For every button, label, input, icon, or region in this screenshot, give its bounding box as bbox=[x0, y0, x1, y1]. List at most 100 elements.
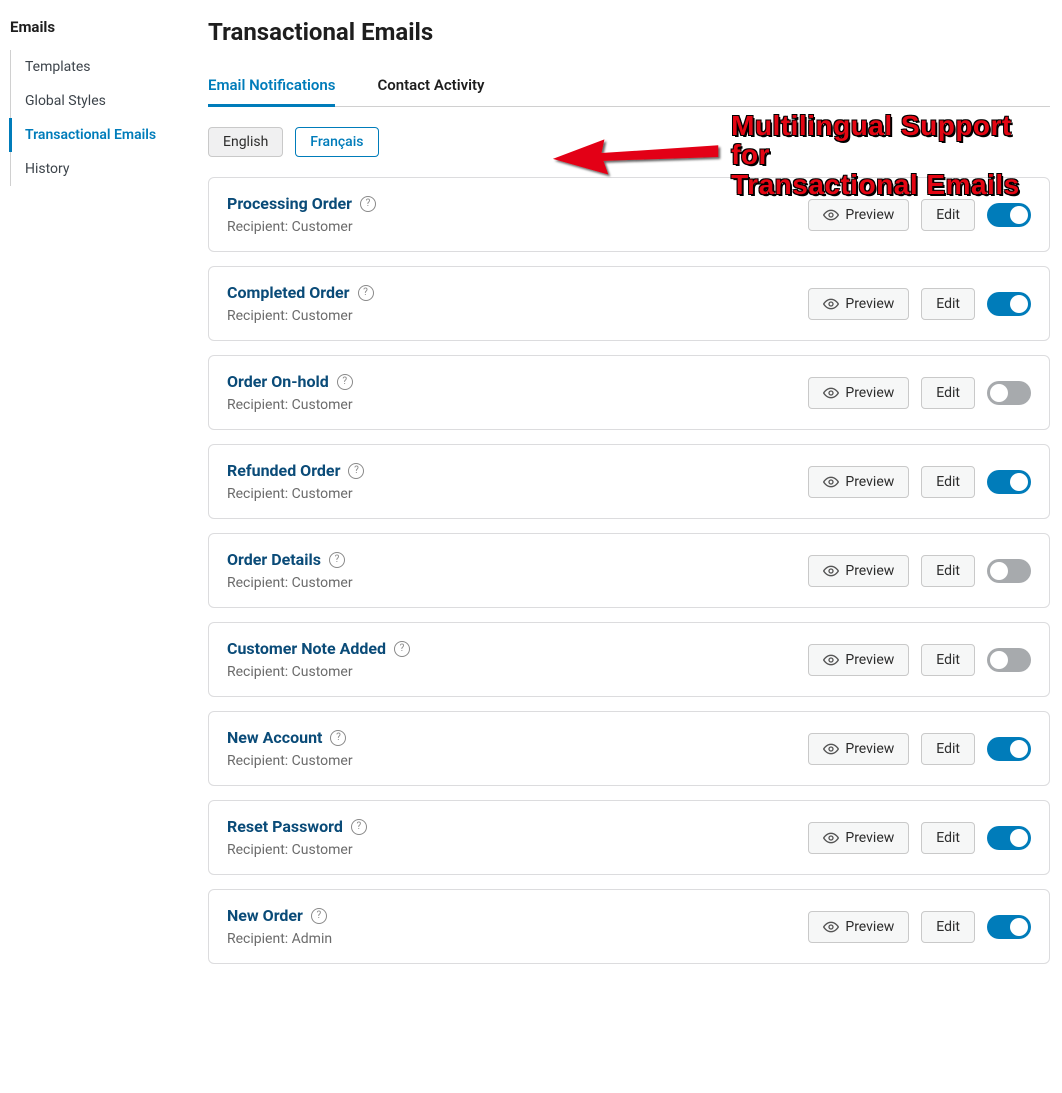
enable-toggle[interactable] bbox=[987, 470, 1031, 494]
edit-button[interactable]: Edit bbox=[921, 466, 975, 498]
email-recipient: Recipient: Customer bbox=[227, 664, 808, 680]
preview-button[interactable]: Preview bbox=[808, 555, 909, 587]
card-actions: Preview Edit bbox=[808, 555, 1031, 587]
preview-button[interactable]: Preview bbox=[808, 466, 909, 498]
email-recipient: Recipient: Customer bbox=[227, 753, 808, 769]
email-info: New Order?Recipient: Admin bbox=[227, 906, 808, 947]
preview-button[interactable]: Preview bbox=[808, 644, 909, 676]
edit-button[interactable]: Edit bbox=[921, 911, 975, 943]
enable-toggle[interactable] bbox=[987, 381, 1031, 405]
edit-button[interactable]: Edit bbox=[921, 733, 975, 765]
email-info: Order On-hold? Recipient: Customer bbox=[227, 372, 808, 413]
email-recipient: Recipient: Customer bbox=[227, 575, 808, 591]
language-row: EnglishFrançais Multilingual Support for… bbox=[208, 127, 1050, 157]
card-actions: Preview Edit bbox=[808, 733, 1031, 765]
language-button-english[interactable]: English bbox=[208, 127, 283, 157]
card-actions: Preview Edit bbox=[808, 288, 1031, 320]
email-info: Refunded Order?Recipient: Customer bbox=[227, 461, 808, 502]
email-info: Customer Note Added? Recipient: Customer bbox=[227, 639, 808, 680]
email-title-text: Reset Password bbox=[227, 817, 343, 836]
email-title-text: Processing Order bbox=[227, 194, 352, 213]
card-actions: Preview Edit bbox=[808, 466, 1031, 498]
help-icon[interactable]: ? bbox=[351, 819, 367, 835]
eye-icon bbox=[823, 385, 839, 401]
email-title[interactable]: Refunded Order? bbox=[227, 461, 364, 480]
help-icon[interactable]: ? bbox=[358, 285, 374, 301]
eye-icon bbox=[823, 563, 839, 579]
edit-button[interactable]: Edit bbox=[921, 377, 975, 409]
preview-button[interactable]: Preview bbox=[808, 733, 909, 765]
email-recipient: Recipient: Customer bbox=[227, 397, 808, 413]
tabs: Email Notifications Contact Activity bbox=[208, 66, 1050, 107]
email-info: Order Details? Recipient: Customer bbox=[227, 550, 808, 591]
email-title[interactable]: New Account? bbox=[227, 728, 346, 747]
enable-toggle[interactable] bbox=[987, 915, 1031, 939]
edit-button[interactable]: Edit bbox=[921, 644, 975, 676]
eye-icon bbox=[823, 207, 839, 223]
card-actions: Preview Edit bbox=[808, 199, 1031, 231]
email-title[interactable]: Order Details? bbox=[227, 550, 345, 569]
email-title[interactable]: Reset Password? bbox=[227, 817, 367, 836]
edit-button[interactable]: Edit bbox=[921, 555, 975, 587]
preview-label: Preview bbox=[845, 830, 894, 846]
eye-icon bbox=[823, 652, 839, 668]
card-actions: Preview Edit bbox=[808, 644, 1031, 676]
enable-toggle[interactable] bbox=[987, 559, 1031, 583]
preview-label: Preview bbox=[845, 741, 894, 757]
card-actions: Preview Edit bbox=[808, 822, 1031, 854]
tab-contact-activity[interactable]: Contact Activity bbox=[377, 66, 484, 106]
main-content: Transactional Emails Email Notifications… bbox=[200, 0, 1062, 998]
email-card: Customer Note Added? Recipient: CustomerP… bbox=[208, 622, 1050, 697]
email-title[interactable]: New Order? bbox=[227, 906, 327, 925]
help-icon[interactable]: ? bbox=[348, 463, 364, 479]
help-icon[interactable]: ? bbox=[360, 196, 376, 212]
card-actions: Preview Edit bbox=[808, 911, 1031, 943]
preview-label: Preview bbox=[845, 385, 894, 401]
enable-toggle[interactable] bbox=[987, 826, 1031, 850]
email-title-text: Completed Order bbox=[227, 283, 350, 302]
preview-button[interactable]: Preview bbox=[808, 911, 909, 943]
sidebar-title: Emails bbox=[10, 18, 200, 36]
email-title[interactable]: Customer Note Added? bbox=[227, 639, 410, 658]
preview-label: Preview bbox=[845, 563, 894, 579]
tab-email-notifications[interactable]: Email Notifications bbox=[208, 66, 335, 107]
enable-toggle[interactable] bbox=[987, 737, 1031, 761]
enable-toggle[interactable] bbox=[987, 648, 1031, 672]
sidebar-item-global-styles[interactable]: Global Styles bbox=[11, 84, 200, 118]
preview-label: Preview bbox=[845, 919, 894, 935]
preview-button[interactable]: Preview bbox=[808, 377, 909, 409]
preview-button[interactable]: Preview bbox=[808, 288, 909, 320]
edit-button[interactable]: Edit bbox=[921, 822, 975, 854]
sidebar-item-transactional-emails[interactable]: Transactional Emails bbox=[9, 118, 200, 152]
email-info: Reset Password?Recipient: Customer bbox=[227, 817, 808, 858]
help-icon[interactable]: ? bbox=[329, 552, 345, 568]
email-card: New Order?Recipient: Admin Preview Edit bbox=[208, 889, 1050, 964]
email-title[interactable]: Processing Order? bbox=[227, 194, 376, 213]
sidebar-item-templates[interactable]: Templates bbox=[11, 50, 200, 84]
preview-label: Preview bbox=[845, 296, 894, 312]
sidebar: Emails TemplatesGlobal StylesTransaction… bbox=[0, 0, 200, 998]
email-title-text: Customer Note Added bbox=[227, 639, 386, 658]
edit-button[interactable]: Edit bbox=[921, 288, 975, 320]
sidebar-item-history[interactable]: History bbox=[11, 152, 200, 186]
eye-icon bbox=[823, 741, 839, 757]
email-info: New Account? Recipient: Customer bbox=[227, 728, 808, 769]
edit-button[interactable]: Edit bbox=[921, 199, 975, 231]
language-button-français[interactable]: Français bbox=[295, 127, 378, 157]
email-title[interactable]: Completed Order? bbox=[227, 283, 374, 302]
card-actions: Preview Edit bbox=[808, 377, 1031, 409]
help-icon[interactable]: ? bbox=[394, 641, 410, 657]
preview-button[interactable]: Preview bbox=[808, 199, 909, 231]
eye-icon bbox=[823, 474, 839, 490]
email-title-text: New Account bbox=[227, 728, 322, 747]
eye-icon bbox=[823, 830, 839, 846]
help-icon[interactable]: ? bbox=[330, 730, 346, 746]
email-title[interactable]: Order On-hold? bbox=[227, 372, 353, 391]
email-title-text: New Order bbox=[227, 906, 303, 925]
preview-button[interactable]: Preview bbox=[808, 822, 909, 854]
help-icon[interactable]: ? bbox=[311, 908, 327, 924]
help-icon[interactable]: ? bbox=[337, 374, 353, 390]
enable-toggle[interactable] bbox=[987, 292, 1031, 316]
email-card: New Account? Recipient: Customer Preview Ed… bbox=[208, 711, 1050, 786]
enable-toggle[interactable] bbox=[987, 203, 1031, 227]
